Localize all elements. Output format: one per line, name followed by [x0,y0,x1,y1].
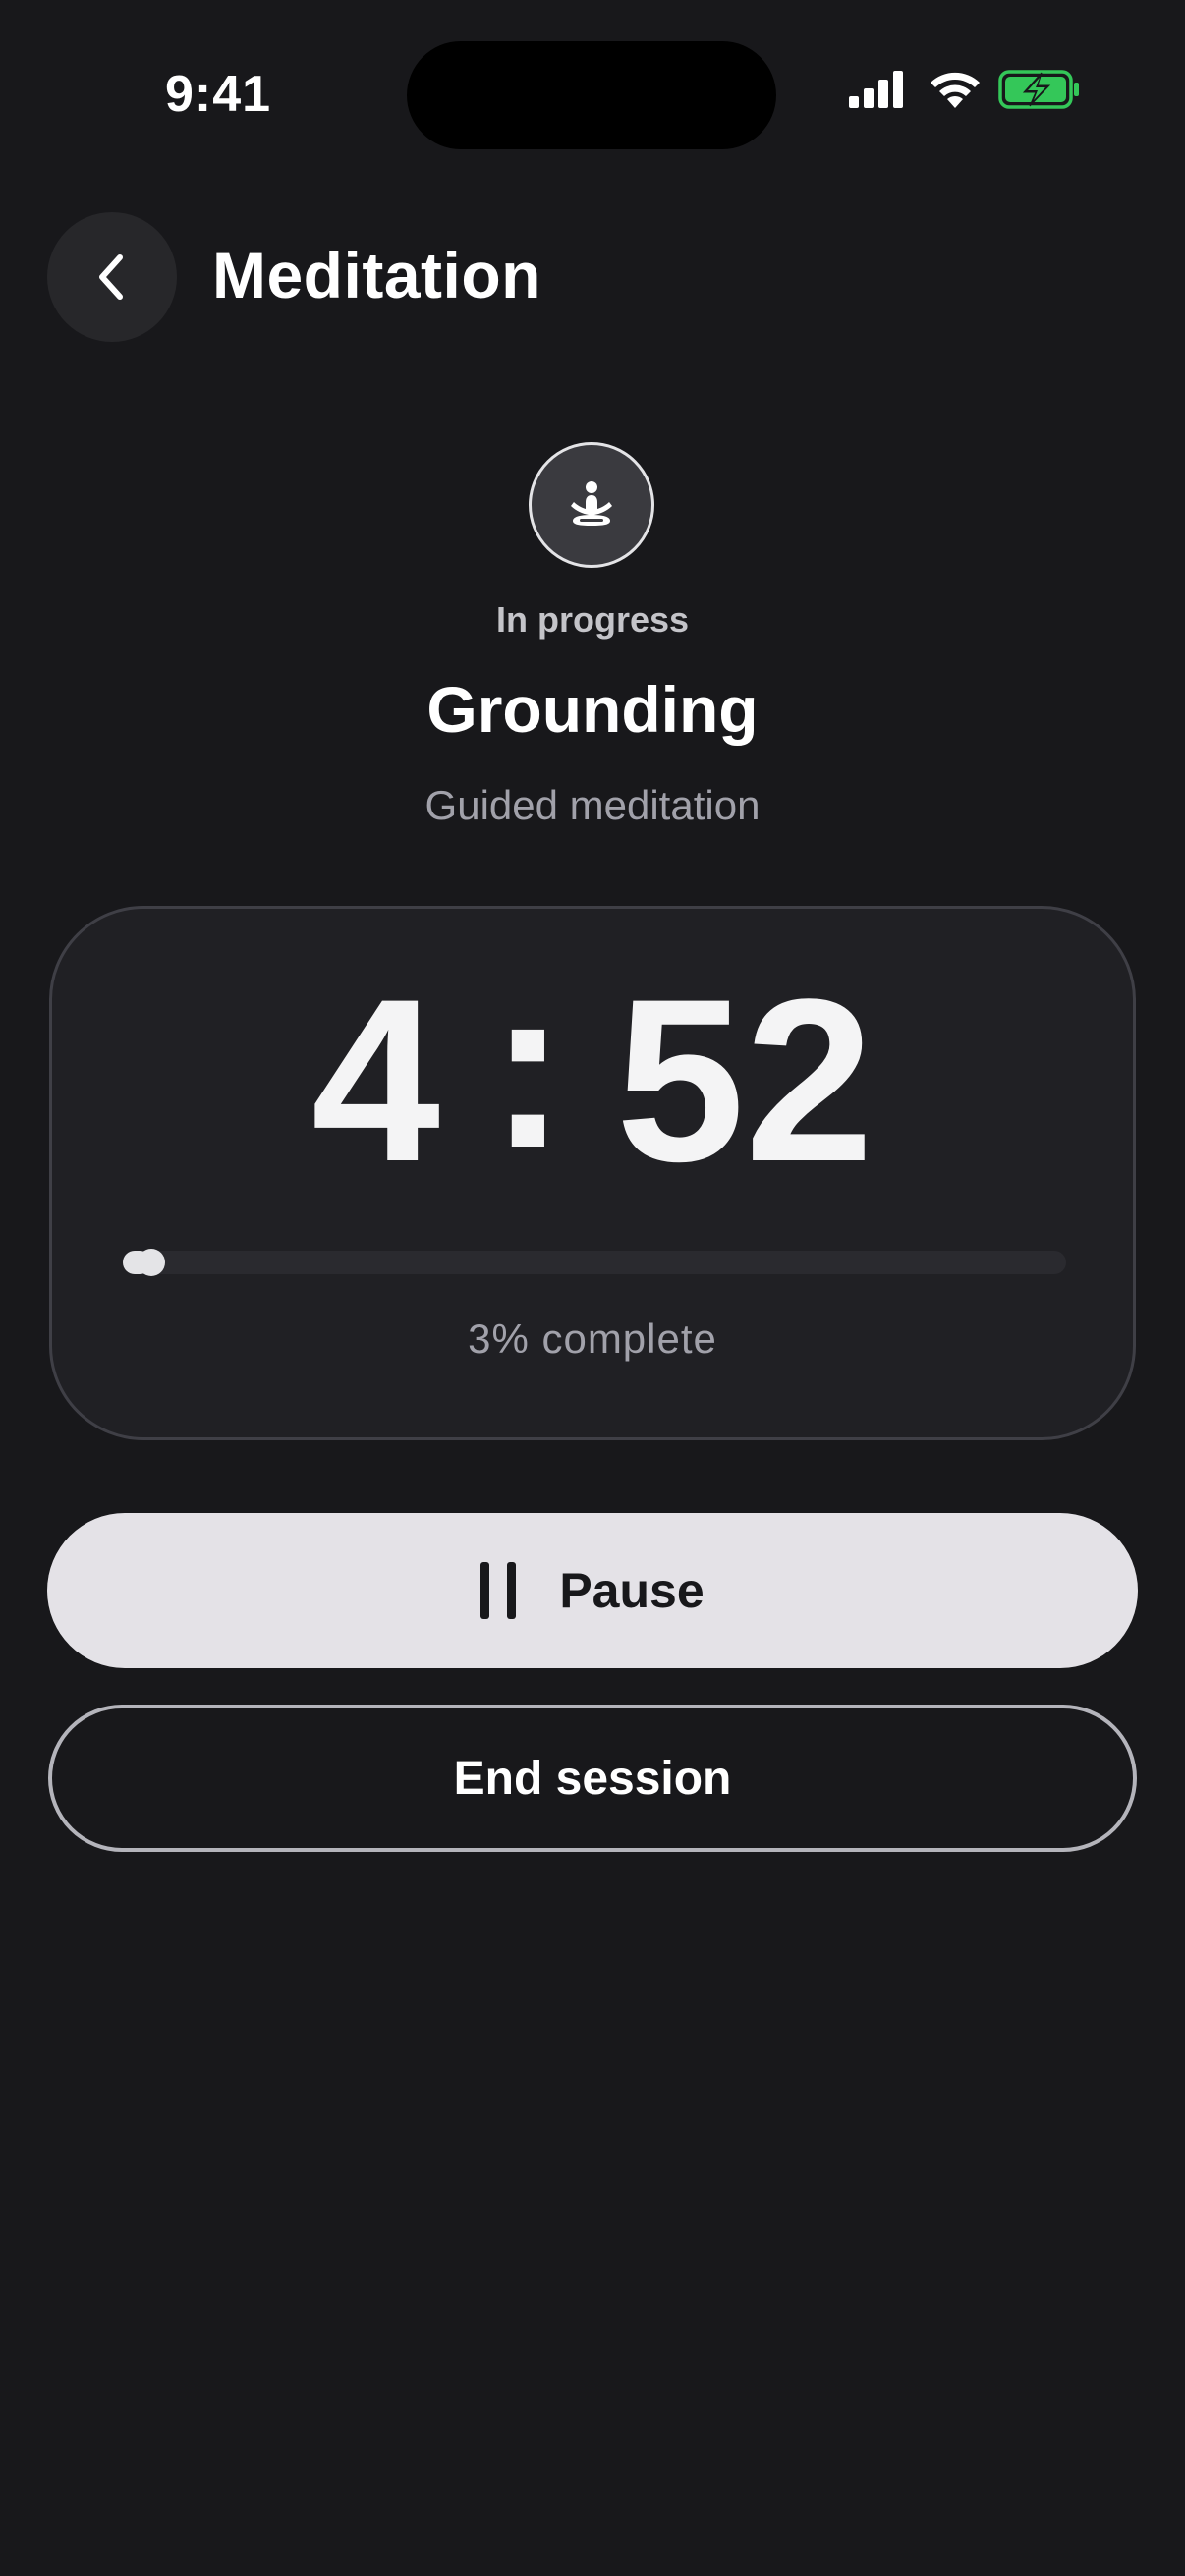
session-name: Grounding [426,673,759,746]
timer-card: 4 : 52 3% complete [49,906,1136,1440]
progress-knob [137,1249,165,1276]
progress-bar [123,1249,1066,1276]
page-title: Meditation [212,239,541,311]
chevron-left-icon [99,254,123,300]
dynamic-island [407,41,776,149]
session-type: Guided meditation [424,782,761,828]
status-time: 9:41 [165,66,272,123]
timer-separator: : [489,937,567,1197]
pause-icon [480,1562,517,1619]
meditation-pose-icon [571,481,612,526]
back-button[interactable] [47,212,177,342]
end-session-button[interactable]: End session [48,1705,1137,1852]
timer-display: 4 : 52 [52,951,1133,1210]
battery-charging-icon [998,70,1079,109]
session-status: In progress [495,599,690,640]
timer-seconds: 52 [615,951,875,1210]
progress-text: 3% complete [468,1316,717,1362]
header: Meditation [0,210,1185,348]
wifi-icon [931,72,980,108]
timer-minutes: 4 [310,951,441,1210]
pause-label: Pause [559,1563,705,1618]
status-bar: 9:41 [0,0,1185,187]
pause-button[interactable]: Pause [47,1513,1138,1668]
session-avatar [529,442,654,568]
cellular-signal-icon [849,71,903,108]
end-session-label: End session [453,1752,732,1805]
